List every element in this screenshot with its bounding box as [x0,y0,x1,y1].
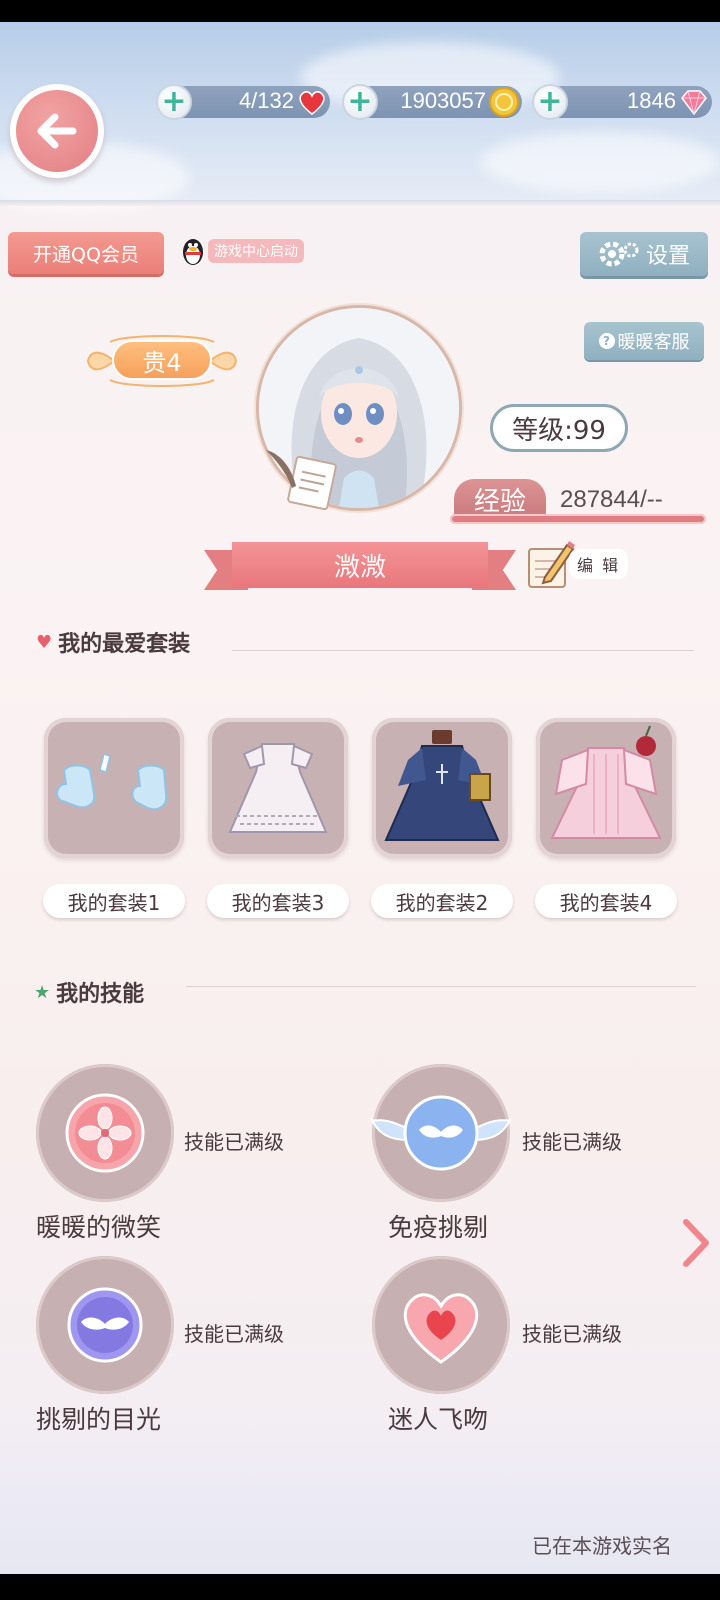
diamond-value: 1846 [627,88,676,113]
quill-letter-icon [266,450,337,510]
header-divider [0,200,720,206]
socks-icon [56,753,168,811]
stamina-value: 4/132 [238,88,294,113]
outfit-label-3[interactable]: 我的套装3 [207,884,349,918]
sakura-icon [65,1093,145,1173]
gear-icon [599,241,639,267]
outfit-slot-2[interactable] [372,718,512,858]
exp-label: 经验 [454,479,546,519]
diamond-icon [681,90,707,116]
purple-mask-icon [67,1287,143,1363]
skill-name-4: 迷人飞吻 [388,1405,489,1434]
skill-status-3: 技能已满级 [184,1322,284,1346]
qq-penguin-icon [183,239,203,265]
star-icon: ★ [34,981,51,1003]
add-stamina-button[interactable]: + [156,84,192,120]
skill-status-1: 技能已满级 [184,1130,284,1154]
player-level: 等级:99 [490,404,628,452]
outfit-slot-4[interactable] [536,718,676,858]
edit-profile-button[interactable]: 编 辑 [525,534,629,594]
divider [232,650,694,651]
outfit-label-1[interactable]: 我的套装1 [43,884,185,918]
skills-section-title: ★ 我的技能 [34,976,144,1008]
service-label: 暖暖客服 [617,332,690,353]
diamond-counter: + 1846 [532,84,712,120]
divider [186,986,696,987]
skill-status-4: 技能已满级 [522,1322,622,1346]
settings-button[interactable]: 设置 [580,232,708,276]
outfit-label-4[interactable]: 我的套装4 [535,884,677,918]
question-icon: ? [598,333,615,349]
exp-progress-bar [450,514,706,524]
exp-value: 287844/-- [560,486,663,513]
pink-dress-icon [550,725,662,839]
skill-slot-3[interactable] [36,1256,174,1394]
back-button[interactable] [10,84,104,178]
skill-status-2: 技能已满级 [522,1130,622,1154]
noble-rank-label: 贵4 [112,340,212,380]
skill-name-3: 挑剔的目光 [36,1405,162,1434]
favorites-title: 我的最爱套装 [58,632,191,657]
skill-slot-4[interactable] [372,1256,510,1394]
winged-mask-icon [369,1095,513,1171]
outfit-slot-3[interactable] [208,718,348,858]
skill-name-2: 免疫挑剔 [388,1213,489,1242]
heart-icon [403,1293,479,1364]
nickname: 溦溦 [232,542,488,588]
navigation-bar [0,1574,720,1600]
add-gold-button[interactable]: + [342,84,378,120]
gold-coin-icon [489,87,519,117]
gold-value: 1903057 [400,88,486,113]
gold-counter: + 1903057 [342,84,522,120]
status-bar [0,0,720,22]
qq-game-center-launch[interactable]: 游戏中心启动 [180,236,304,266]
customer-service-button[interactable]: ? 暖暖客服 [584,322,704,360]
pencil-notepad-icon [528,541,575,588]
skill-slot-1[interactable] [36,1064,174,1202]
skill-slot-2[interactable] [369,1064,513,1202]
outfit-slot-1[interactable] [44,718,184,858]
outfit-label-2[interactable]: 我的套装2 [371,884,513,918]
stamina-counter: + 4/132 [156,84,330,120]
heart-icon: ♥ [36,631,53,653]
noble-rank-badge[interactable]: 贵4 [84,330,240,392]
qq-launch-label: 游戏中心启动 [208,239,304,263]
edit-label: 编 辑 [569,549,629,579]
navy-dress-icon [384,730,500,841]
heart-icon [299,91,325,115]
nickname-banner: 溦溦 [204,540,516,594]
add-diamond-button[interactable]: + [532,84,568,120]
chevron-right-icon[interactable] [680,1218,710,1268]
qq-vip-button[interactable]: 开通QQ会员 [8,232,164,274]
realname-status: 已在本游戏实名 [532,1534,672,1558]
skill-name-1: 暖暖的微笑 [36,1213,162,1242]
back-arrow-icon [37,113,77,149]
favorites-section-title: ♥ 我的最爱套装 [36,626,190,658]
settings-label: 设置 [645,244,690,269]
white-dress-icon [228,743,328,833]
skills-title: 我的技能 [56,982,145,1007]
